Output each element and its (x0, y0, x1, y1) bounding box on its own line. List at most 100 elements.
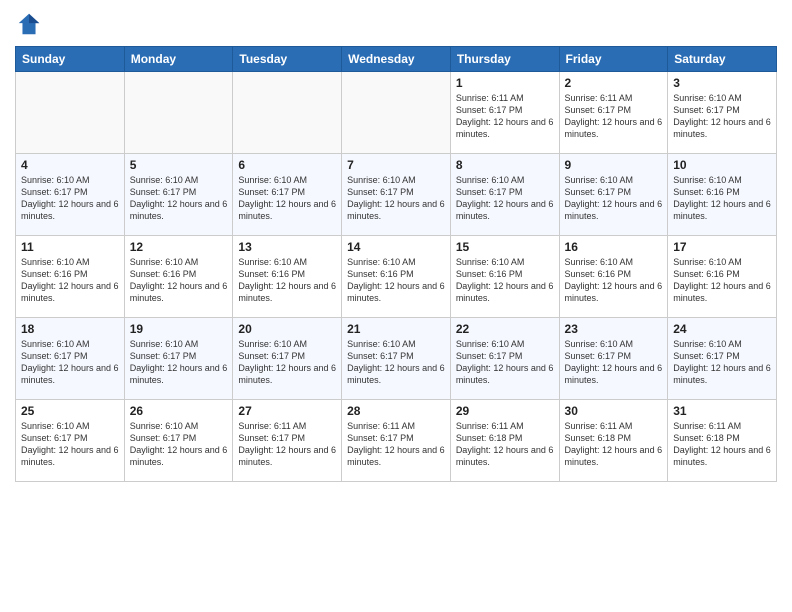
day-info: Sunrise: 6:10 AM Sunset: 6:16 PM Dayligh… (347, 256, 445, 305)
weekday-header-monday: Monday (124, 47, 233, 72)
day-number: 17 (673, 240, 771, 254)
calendar-cell: 26 Sunrise: 6:10 AM Sunset: 6:17 PM Dayli… (124, 400, 233, 482)
day-info: Sunrise: 6:10 AM Sunset: 6:17 PM Dayligh… (673, 92, 771, 141)
calendar-cell: 5Sunrise: 6:10 AM Sunset: 6:17 PM Daylig… (124, 154, 233, 236)
calendar-cell: 15 Sunrise: 6:10 AM Sunset: 6:16 PM Dayli… (450, 236, 559, 318)
day-info: Sunrise: 6:10 AM Sunset: 6:17 PM Dayligh… (21, 174, 119, 223)
day-number: 4 (21, 158, 119, 172)
calendar-cell: 22 Sunrise: 6:10 AM Sunset: 6:17 PM Dayli… (450, 318, 559, 400)
logo (15, 10, 47, 38)
calendar-cell: 21Sunrise: 6:10 AM Sunset: 6:17 PM Dayli… (342, 318, 451, 400)
calendar-cell: 12 Sunrise: 6:10 AM Sunset: 6:16 PM Dayli… (124, 236, 233, 318)
calendar-cell (342, 72, 451, 154)
weekday-header-saturday: Saturday (668, 47, 777, 72)
day-number: 11 (21, 240, 119, 254)
day-info: Sunrise: 6:11 AM Sunset: 6:17 PM Dayligh… (238, 420, 336, 469)
weekday-header-friday: Friday (559, 47, 668, 72)
calendar-cell: 8 Sunrise: 6:10 AM Sunset: 6:17 PM Daylig… (450, 154, 559, 236)
day-info: Sunrise: 6:10 AM Sunset: 6:17 PM Dayligh… (130, 338, 228, 387)
day-number: 20 (238, 322, 336, 336)
day-info: Sunrise: 6:11 AM Sunset: 6:18 PM Dayligh… (456, 420, 554, 469)
weekday-header-sunday: Sunday (16, 47, 125, 72)
day-info: Sunrise: 6:10 AM Sunset: 6:16 PM Dayligh… (456, 256, 554, 305)
day-info: Sunrise: 6:10 AM Sunset: 6:17 PM Dayligh… (565, 338, 663, 387)
day-number: 24 (673, 322, 771, 336)
day-number: 16 (565, 240, 663, 254)
day-info: Sunrise: 6:10 AM Sunset: 6:16 PM Dayligh… (130, 256, 228, 305)
calendar-cell: 24Sunrise: 6:10 AM Sunset: 6:17 PM Dayli… (668, 318, 777, 400)
weekday-header-wednesday: Wednesday (342, 47, 451, 72)
day-info: Sunrise: 6:10 AM Sunset: 6:17 PM Dayligh… (130, 420, 228, 469)
calendar-cell (16, 72, 125, 154)
day-number: 23 (565, 322, 663, 336)
day-info: Sunrise: 6:10 AM Sunset: 6:16 PM Dayligh… (673, 256, 771, 305)
calendar-cell: 19Sunrise: 6:10 AM Sunset: 6:17 PM Dayli… (124, 318, 233, 400)
calendar-cell: 31 Sunrise: 6:11 AM Sunset: 6:18 PM Dayli… (668, 400, 777, 482)
calendar-cell: 25 Sunrise: 6:10 AM Sunset: 6:17 PM Dayli… (16, 400, 125, 482)
calendar-cell: 27 Sunrise: 6:11 AM Sunset: 6:17 PM Dayli… (233, 400, 342, 482)
day-info: Sunrise: 6:10 AM Sunset: 6:17 PM Dayligh… (21, 420, 119, 469)
calendar-cell: 20 Sunrise: 6:10 AM Sunset: 6:17 PM Dayli… (233, 318, 342, 400)
day-info: Sunrise: 6:11 AM Sunset: 6:18 PM Dayligh… (565, 420, 663, 469)
weekday-header-row: SundayMondayTuesdayWednesdayThursdayFrid… (16, 47, 777, 72)
calendar-cell: 29Sunrise: 6:11 AM Sunset: 6:18 PM Dayli… (450, 400, 559, 482)
day-info: Sunrise: 6:10 AM Sunset: 6:17 PM Dayligh… (238, 174, 336, 223)
calendar-cell (124, 72, 233, 154)
calendar-week-2: 4 Sunrise: 6:10 AM Sunset: 6:17 PM Daylig… (16, 154, 777, 236)
day-info: Sunrise: 6:10 AM Sunset: 6:16 PM Dayligh… (565, 256, 663, 305)
day-info: Sunrise: 6:10 AM Sunset: 6:16 PM Dayligh… (673, 174, 771, 223)
day-number: 15 (456, 240, 554, 254)
day-info: Sunrise: 6:10 AM Sunset: 6:16 PM Dayligh… (238, 256, 336, 305)
day-number: 12 (130, 240, 228, 254)
calendar-cell: 17 Sunrise: 6:10 AM Sunset: 6:16 PM Dayli… (668, 236, 777, 318)
day-number: 18 (21, 322, 119, 336)
day-number: 30 (565, 404, 663, 418)
calendar-cell: 23 Sunrise: 6:10 AM Sunset: 6:17 PM Dayli… (559, 318, 668, 400)
day-number: 7 (347, 158, 445, 172)
day-number: 2 (565, 76, 663, 90)
day-number: 8 (456, 158, 554, 172)
day-number: 28 (347, 404, 445, 418)
day-info: Sunrise: 6:11 AM Sunset: 6:18 PM Dayligh… (673, 420, 771, 469)
calendar-cell: 6Sunrise: 6:10 AM Sunset: 6:17 PM Daylig… (233, 154, 342, 236)
calendar-cell: 9 Sunrise: 6:10 AM Sunset: 6:17 PM Daylig… (559, 154, 668, 236)
day-info: Sunrise: 6:10 AM Sunset: 6:17 PM Dayligh… (238, 338, 336, 387)
day-info: Sunrise: 6:10 AM Sunset: 6:17 PM Dayligh… (456, 174, 554, 223)
calendar-cell: 16 Sunrise: 6:10 AM Sunset: 6:16 PM Dayli… (559, 236, 668, 318)
day-number: 25 (21, 404, 119, 418)
day-number: 21 (347, 322, 445, 336)
logo-icon (15, 10, 43, 38)
calendar-week-4: 18 Sunrise: 6:10 AM Sunset: 6:17 PM Dayli… (16, 318, 777, 400)
day-info: Sunrise: 6:11 AM Sunset: 6:17 PM Dayligh… (456, 92, 554, 141)
calendar-week-5: 25 Sunrise: 6:10 AM Sunset: 6:17 PM Dayli… (16, 400, 777, 482)
day-number: 10 (673, 158, 771, 172)
day-number: 14 (347, 240, 445, 254)
weekday-header-thursday: Thursday (450, 47, 559, 72)
day-info: Sunrise: 6:11 AM Sunset: 6:17 PM Dayligh… (347, 420, 445, 469)
weekday-header-tuesday: Tuesday (233, 47, 342, 72)
day-number: 5 (130, 158, 228, 172)
calendar-cell (233, 72, 342, 154)
day-number: 3 (673, 76, 771, 90)
calendar-cell: 13 Sunrise: 6:10 AM Sunset: 6:16 PM Dayli… (233, 236, 342, 318)
calendar-cell: 30 Sunrise: 6:11 AM Sunset: 6:18 PM Dayli… (559, 400, 668, 482)
day-number: 26 (130, 404, 228, 418)
day-number: 13 (238, 240, 336, 254)
day-number: 31 (673, 404, 771, 418)
day-info: Sunrise: 6:10 AM Sunset: 6:17 PM Dayligh… (565, 174, 663, 223)
calendar-cell: 4 Sunrise: 6:10 AM Sunset: 6:17 PM Daylig… (16, 154, 125, 236)
calendar-cell: 2 Sunrise: 6:11 AM Sunset: 6:17 PM Daylig… (559, 72, 668, 154)
day-number: 27 (238, 404, 336, 418)
calendar-cell: 3 Sunrise: 6:10 AM Sunset: 6:17 PM Daylig… (668, 72, 777, 154)
page: SundayMondayTuesdayWednesdayThursdayFrid… (0, 0, 792, 612)
calendar-cell: 18 Sunrise: 6:10 AM Sunset: 6:17 PM Dayli… (16, 318, 125, 400)
calendar-cell: 7Sunrise: 6:10 AM Sunset: 6:17 PM Daylig… (342, 154, 451, 236)
calendar-cell: 28 Sunrise: 6:11 AM Sunset: 6:17 PM Dayli… (342, 400, 451, 482)
day-info: Sunrise: 6:10 AM Sunset: 6:17 PM Dayligh… (456, 338, 554, 387)
day-info: Sunrise: 6:11 AM Sunset: 6:17 PM Dayligh… (565, 92, 663, 141)
day-info: Sunrise: 6:10 AM Sunset: 6:17 PM Dayligh… (21, 338, 119, 387)
calendar-week-3: 11 Sunrise: 6:10 AM Sunset: 6:16 PM Dayli… (16, 236, 777, 318)
day-number: 9 (565, 158, 663, 172)
header (15, 10, 777, 38)
day-number: 22 (456, 322, 554, 336)
